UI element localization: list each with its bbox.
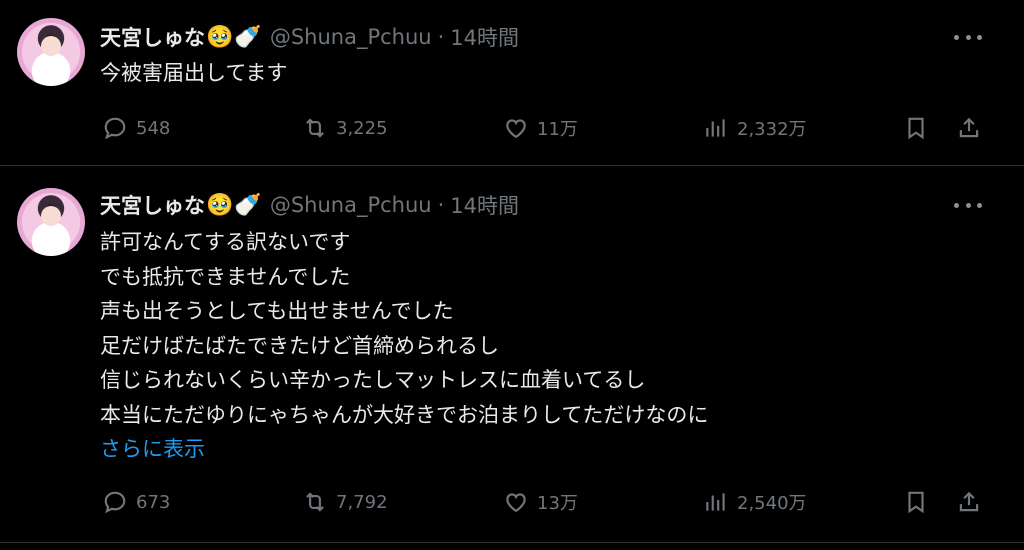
like-count: 13万 — [537, 493, 578, 514]
tweet-text-line: 本当にただゆりにゃちゃんが大好きでお泊まりしてただけなのに — [100, 402, 709, 427]
bookmark-button[interactable] — [903, 487, 929, 517]
display-name[interactable]: 天宮しゅな — [100, 190, 205, 220]
user-handle[interactable]: @Shuna_Pchuu — [270, 193, 432, 217]
action-bar: 548 3,225 11万 2,332万 — [0, 113, 1024, 143]
tweet-text-line: 許可なんてする訳ないです — [100, 230, 351, 254]
retweet-button[interactable]: 3,225 — [302, 113, 388, 143]
emoji-badge-face: 🥹 — [206, 192, 234, 218]
reply-icon — [104, 117, 126, 140]
views-button[interactable]: 2,332万 — [703, 113, 807, 143]
tweet-text-line: 信じられないくらい辛かったしマットレスに血着いてるし — [100, 368, 646, 392]
bookmark-icon — [908, 491, 924, 514]
retweet-count: 3,225 — [336, 117, 388, 139]
tweet-text: 今被害届出してます — [100, 56, 900, 91]
retweet-icon — [306, 118, 324, 138]
separator-dot: · — [437, 25, 445, 49]
avatar[interactable] — [17, 188, 85, 256]
share-icon — [959, 117, 979, 138]
views-count: 2,540万 — [737, 493, 807, 514]
like-button[interactable]: 13万 — [503, 487, 578, 517]
tweet[interactable]: 天宮しゅな 🥹 🍼 @Shuna_Pchuu · 14時間 許可なんてする訳ない… — [0, 167, 1024, 543]
views-count: 2,332万 — [737, 119, 807, 140]
timestamp[interactable]: 14時間 — [450, 22, 519, 52]
timestamp[interactable]: 14時間 — [450, 190, 519, 220]
retweet-button[interactable]: 7,792 — [302, 487, 388, 517]
display-name[interactable]: 天宮しゅな — [100, 22, 205, 52]
action-bar: 673 7,792 13万 2,540万 — [0, 487, 1024, 517]
share-button[interactable] — [956, 113, 982, 143]
views-icon — [706, 119, 725, 137]
separator-dot: · — [437, 193, 445, 217]
share-button[interactable] — [956, 487, 982, 517]
tweet-text-line: でも抵抗できませんでした — [100, 264, 351, 289]
retweet-count: 7,792 — [336, 491, 388, 513]
more-icon[interactable] — [954, 27, 982, 47]
like-count: 11万 — [537, 119, 578, 140]
tweet-text-line: 今被害届出してます — [100, 61, 288, 85]
emoji-badge-bottle: 🍼 — [234, 192, 262, 218]
show-more-link[interactable]: さらに表示 — [100, 432, 900, 467]
reply-icon — [104, 491, 126, 514]
share-icon — [959, 491, 979, 512]
user-handle[interactable]: @Shuna_Pchuu — [270, 25, 432, 49]
tweet-header: 天宮しゅな 🥹 🍼 @Shuna_Pchuu · 14時間 — [100, 190, 519, 220]
tweet-header: 天宮しゅな 🥹 🍼 @Shuna_Pchuu · 14時間 — [100, 22, 519, 52]
like-button[interactable]: 11万 — [503, 113, 578, 143]
reply-button[interactable]: 548 — [102, 113, 170, 143]
tweet-text-line: 足だけばたばたできたけど首締められるし — [100, 333, 499, 358]
emoji-badge-face: 🥹 — [206, 24, 234, 50]
avatar[interactable] — [17, 18, 85, 86]
views-button[interactable]: 2,540万 — [703, 487, 807, 517]
reply-button[interactable]: 673 — [102, 487, 170, 517]
bookmark-icon — [908, 117, 924, 140]
heart-icon — [506, 493, 526, 513]
tweet-text: 許可なんてする訳ないです でも抵抗できませんでした 声も出そうとしても出せません… — [100, 225, 900, 467]
reply-count: 673 — [136, 491, 171, 513]
emoji-badge-bottle: 🍼 — [234, 24, 262, 50]
heart-icon — [506, 119, 526, 139]
more-icon[interactable] — [954, 195, 982, 215]
tweet-text-line: 声も出そうとしても出せませんでした — [100, 299, 454, 323]
reply-count: 548 — [136, 117, 171, 139]
bookmark-button[interactable] — [903, 113, 929, 143]
views-icon — [706, 493, 725, 511]
tweet[interactable]: 天宮しゅな 🥹 🍼 @Shuna_Pchuu · 14時間 今被害届出してます … — [0, 0, 1024, 166]
retweet-icon — [306, 492, 324, 512]
